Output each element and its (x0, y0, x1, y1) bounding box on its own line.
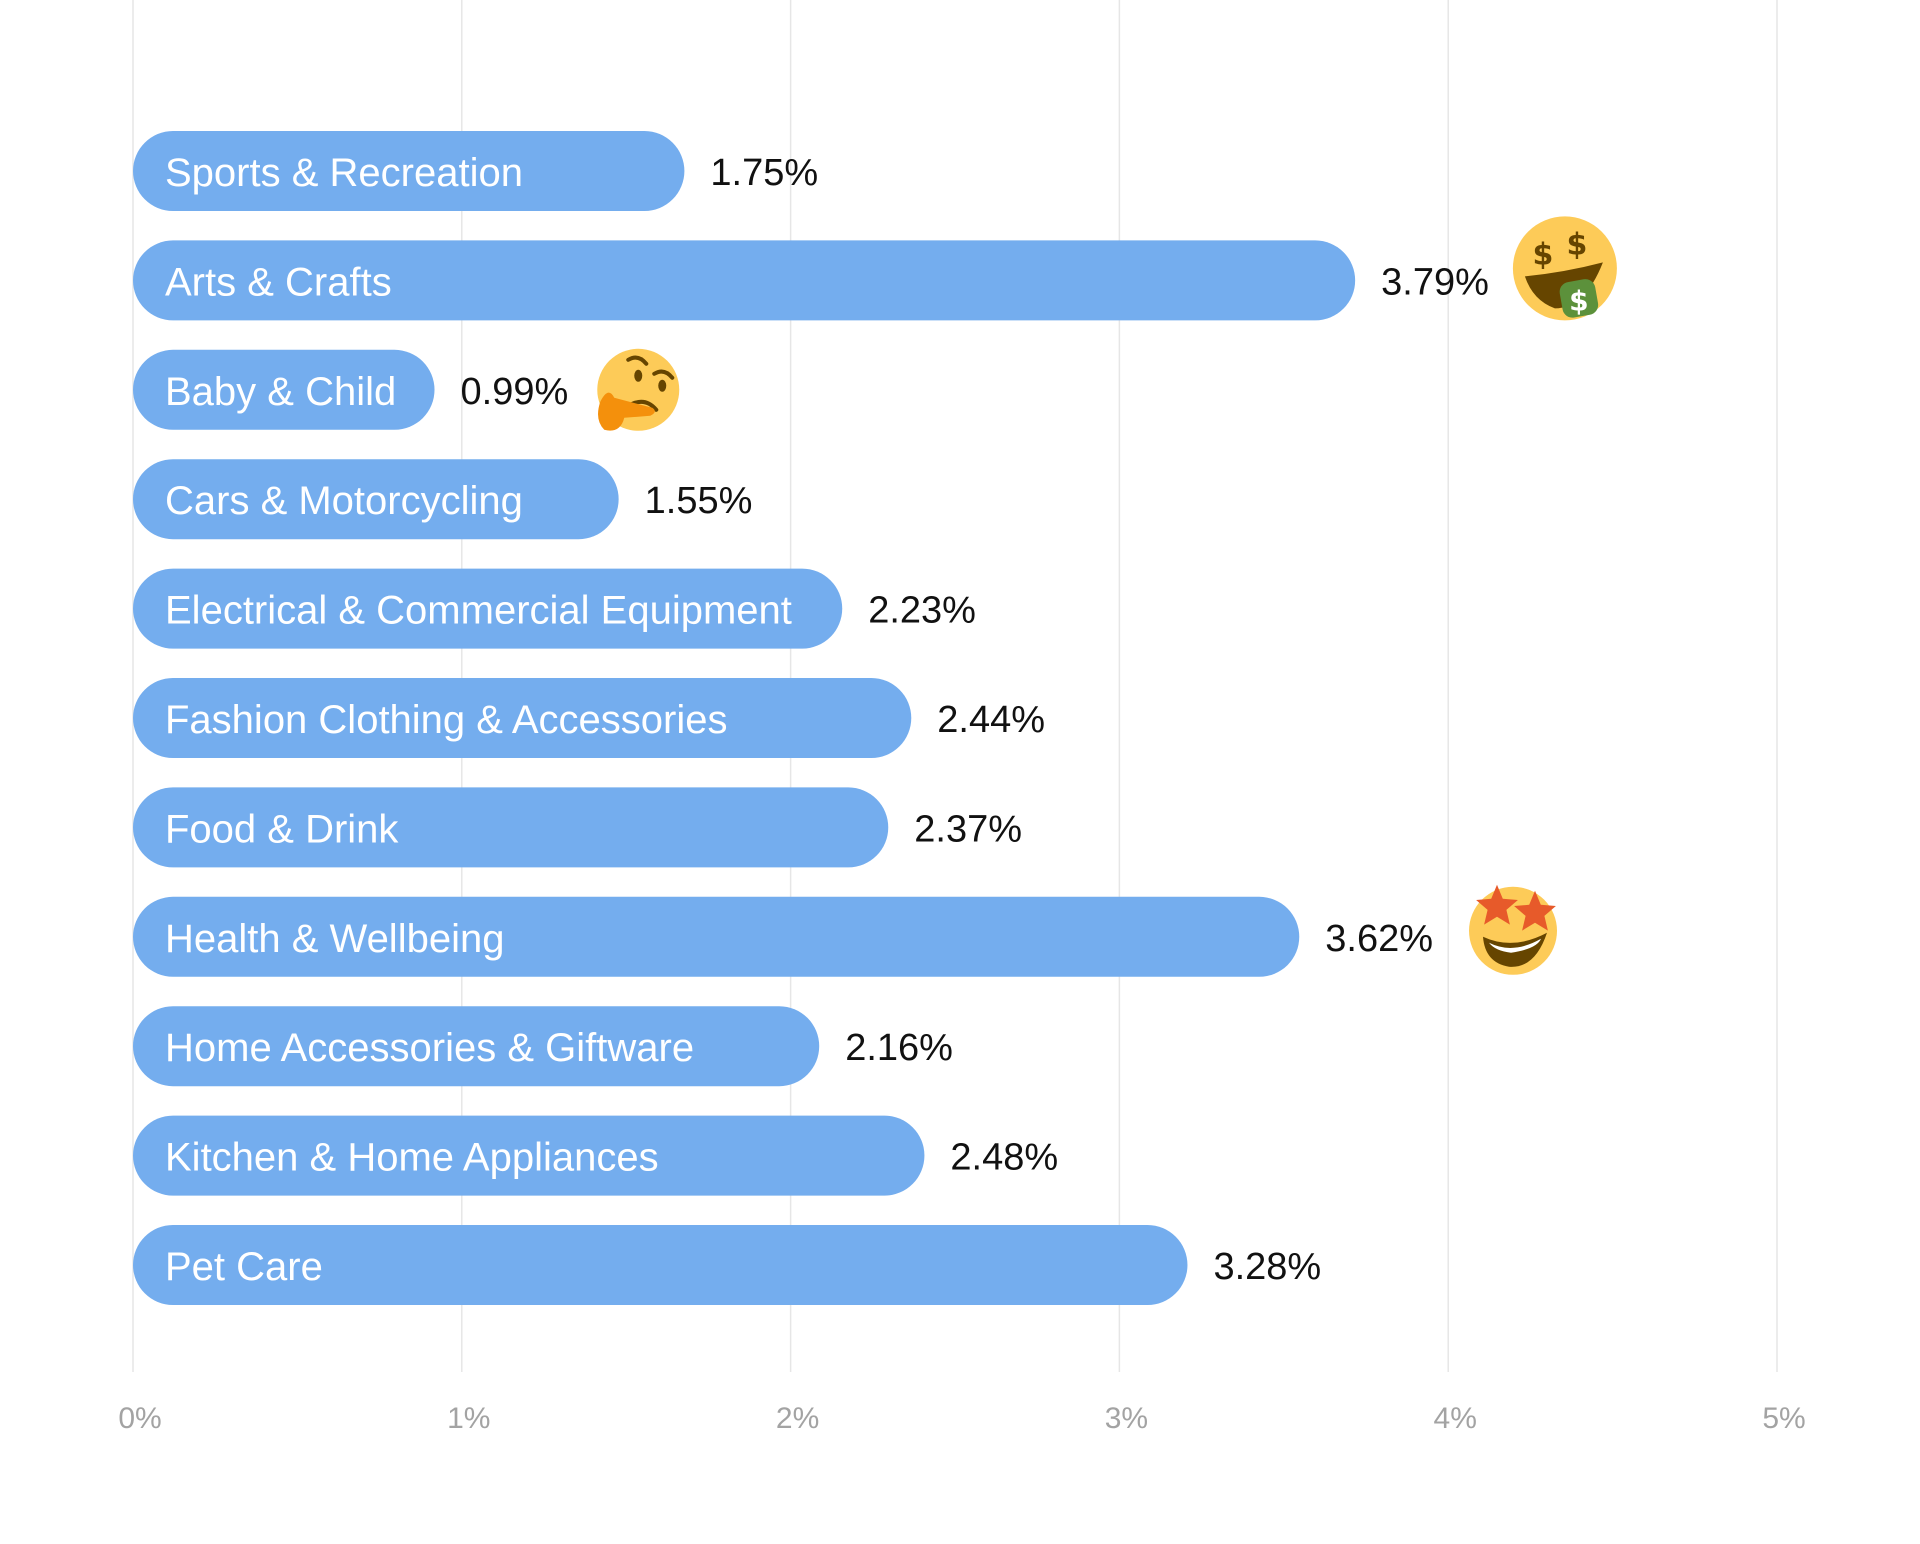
thinking-face-icon (597, 348, 680, 431)
category-label: Sports & Recreation (165, 151, 523, 195)
bar-row: Health & Wellbeing 3.62% (133, 896, 1433, 977)
value-label: 2.16% (845, 1027, 953, 1069)
category-label: Kitchen & Home Appliances (165, 1136, 659, 1180)
x-tick-label: 5% (1762, 1402, 1805, 1435)
bar-row: Home Accessories & Giftware 2.16% (133, 1006, 953, 1087)
bar-row: Fashion Clothing & Accessories 2.44% (133, 678, 1045, 758)
value-label: 3.62% (1325, 918, 1433, 960)
bar-row: Electrical & Commercial Equipment 2.23% (133, 568, 976, 649)
value-label: 2.44% (937, 699, 1045, 741)
value-label: 3.28% (1213, 1246, 1321, 1288)
bar-row: Sports & Recreation 1.75% (133, 131, 818, 211)
bar-row: Cars & Motorcycling 1.55% (133, 459, 753, 540)
bars: Sports & Recreation 1.75% Arts & Crafts 3.7… (133, 131, 1489, 1305)
category-label: Baby & Child (165, 370, 396, 414)
bar-row: Baby & Child 0.99% (133, 349, 569, 430)
svg-text:$: $ (1566, 227, 1587, 262)
svg-text:$: $ (1569, 284, 1588, 317)
value-label: 2.23% (868, 590, 976, 632)
money-mouth-face-icon: $ $ $ (1512, 216, 1617, 321)
value-label: 1.75% (710, 152, 818, 194)
category-label: Food & Drink (165, 807, 399, 851)
category-label: Pet Care (165, 1245, 323, 1289)
bar-chart: 0% 1% 2% 3% 4% 5% Sports & Recreation 1.75% Art… (118, 0, 1806, 1435)
bar-row: Pet Care 3.28% (133, 1225, 1321, 1305)
x-tick-label: 1% (447, 1402, 490, 1435)
value-label: 2.37% (914, 808, 1022, 850)
star-struck-face-icon (1469, 884, 1558, 975)
bar-row: Food & Drink 2.37% (133, 787, 1022, 868)
svg-text:$: $ (1532, 237, 1553, 272)
value-label: 2.48% (950, 1137, 1058, 1179)
x-tick-label: 0% (118, 1402, 161, 1435)
x-tick-label: 4% (1434, 1402, 1477, 1435)
category-label: Arts & Crafts (165, 260, 392, 304)
value-label: 0.99% (461, 371, 569, 413)
category-label: Home Accessories & Giftware (165, 1026, 694, 1070)
value-label: 1.55% (645, 480, 753, 522)
category-label: Cars & Motorcycling (165, 479, 523, 523)
category-label: Electrical & Commercial Equipment (165, 589, 792, 633)
value-label: 3.79% (1381, 261, 1489, 303)
bar-row: Kitchen & Home Appliances 2.48% (133, 1115, 1058, 1196)
bar-row: Arts & Crafts 3.79% (133, 240, 1489, 321)
x-axis-tick-labels: 0% 1% 2% 3% 4% 5% (118, 1402, 1805, 1435)
x-tick-label: 2% (776, 1402, 819, 1435)
category-label: Health & Wellbeing (165, 917, 504, 961)
x-tick-label: 3% (1105, 1402, 1148, 1435)
category-label: Fashion Clothing & Accessories (165, 698, 728, 742)
